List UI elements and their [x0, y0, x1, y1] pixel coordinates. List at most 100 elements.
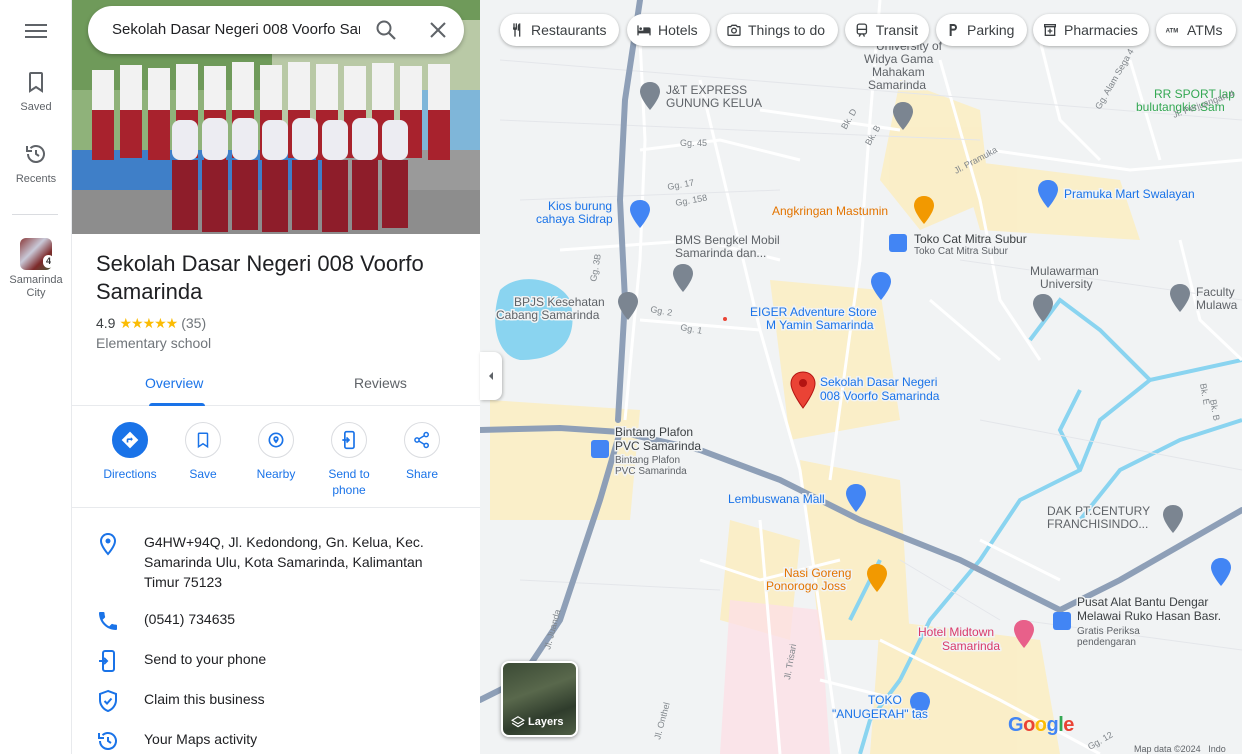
chip-parking-label: Parking	[967, 22, 1015, 38]
review-count[interactable]: (35)	[181, 315, 206, 331]
bookmark-icon	[197, 432, 209, 449]
maps-app: Saved Recents 4 Samarinda City Sekolah D…	[0, 0, 1242, 754]
map-label-mulawarman[interactable]: Mulawarman University	[1029, 263, 1101, 293]
layers-icon	[511, 716, 525, 728]
map-label-bintang-plafon[interactable]: Bintang Plafon PVC Samarinda	[614, 424, 703, 455]
camera-icon	[727, 24, 741, 36]
phone-text: (0541) 734635	[144, 611, 236, 627]
chip-transit[interactable]: Transit	[845, 14, 929, 46]
chip-atms[interactable]: ATM ATMs	[1156, 14, 1236, 46]
recents-label: Recents	[15, 173, 57, 185]
send-to-phone-icon	[342, 430, 355, 450]
map-label-pusat-alat[interactable]: Pusat Alat Bantu Dengar Melawai Ruko Hasa…	[1076, 594, 1223, 625]
directions-label: Directions	[103, 467, 157, 481]
saved-label: Saved	[20, 101, 52, 113]
chip-hotels-label: Hotels	[658, 22, 698, 38]
layers-button[interactable]: Layers	[501, 661, 578, 737]
verified-shield-icon	[99, 689, 117, 713]
pharmacy-icon	[1044, 24, 1056, 36]
map-label-angkringan[interactable]: Angkringan Mastumin	[771, 203, 890, 220]
send-to-phone-icon	[99, 650, 115, 672]
layers-label: Layers	[528, 716, 564, 728]
action-buttons: Directions Save Nearby Send to phone Sha…	[72, 418, 480, 508]
map-label-toko-cat-sub: Toko Cat Mitra Subur	[914, 246, 1009, 257]
place-rating[interactable]: 4.9 ★★★★★ (35)	[96, 315, 206, 332]
google-logo: Google	[1008, 714, 1074, 736]
chip-parking[interactable]: Parking	[936, 14, 1027, 46]
chip-things-to-do-label: Things to do	[748, 22, 826, 38]
map-data-text: Map data ©2024	[1134, 744, 1201, 754]
nearby-icon	[268, 432, 284, 448]
map-label-faculty[interactable]: Faculty Mulawa	[1195, 284, 1240, 314]
nearby-label: Nearby	[256, 467, 296, 481]
fork-knife-icon	[513, 23, 521, 37]
collapse-panel-button[interactable]	[480, 352, 502, 400]
share-button[interactable]: Share	[385, 422, 459, 482]
nearby-button[interactable]: Nearby	[239, 422, 313, 482]
send-to-phone-button[interactable]: Send to phone	[312, 422, 386, 498]
history-icon	[26, 145, 45, 163]
address-text: G4HW+94Q, Jl. Kedondong, Gn. Kelua, Kec.…	[144, 534, 424, 590]
close-icon[interactable]	[426, 18, 450, 42]
map-graphics: Sekolah Dasar Negeri 008 Voorfo Samarinda…	[480, 0, 1242, 754]
map-label-kios-burung[interactable]: Kios burung cahaya Sidrap	[535, 198, 615, 228]
rating-stars: ★★★★★	[119, 315, 178, 331]
recents-button[interactable]: Recents	[0, 142, 72, 185]
rating-value: 4.9	[96, 315, 116, 331]
atm-icon: ATM	[1166, 29, 1179, 35]
recent-place-samarinda-city[interactable]: 4 Samarinda City	[0, 238, 72, 300]
tab-reviews[interactable]: Reviews	[354, 375, 407, 391]
place-panel: Sekolah Dasar Negeri 008 Voorfo Samarind…	[72, 0, 480, 754]
search-input[interactable]: Sekolah Dasar Negeri 008 Voorfo Samarind…	[112, 21, 360, 38]
send-to-phone-label: Send to phone	[328, 467, 370, 497]
recent-place-label: Samarinda City	[9, 274, 63, 299]
map-data-tail: Indo	[1208, 744, 1226, 754]
rail-divider	[12, 214, 58, 215]
search-icon[interactable]	[374, 18, 398, 42]
share-icon	[414, 431, 429, 449]
map-label-selected[interactable]: Sekolah Dasar Negeri 008 Voorfo Samarinda	[819, 374, 942, 405]
chip-transit-label: Transit	[875, 22, 918, 38]
map-label-dak[interactable]: DAK PT.CENTURY FRANCHISINDO...	[1046, 503, 1152, 533]
map-label-bms[interactable]: BMS Bengkel Mobil Samarinda dan...	[674, 232, 782, 262]
recent-place-thumbnail: 4	[20, 238, 54, 270]
map-data-attribution[interactable]: Map data ©2024 Indo	[1134, 744, 1226, 754]
chip-pharmacies[interactable]: Pharmacies	[1033, 14, 1149, 46]
directions-icon	[121, 431, 139, 449]
maps-activity-text: Your Maps activity	[144, 731, 258, 747]
map-label-eiger[interactable]: EIGER Adventure Store M Yamin Samarinda	[749, 304, 879, 334]
directions-button[interactable]: Directions	[93, 422, 167, 482]
place-title: Sekolah Dasar Negeri 008 Voorfo Samarind…	[96, 251, 424, 304]
chevron-left-icon	[489, 372, 493, 380]
chip-restaurants[interactable]: Restaurants	[500, 14, 619, 46]
recent-place-count: 4	[42, 255, 54, 268]
chip-pharmacies-label: Pharmacies	[1064, 22, 1138, 38]
train-icon	[856, 23, 868, 37]
phone-icon	[99, 612, 117, 630]
menu-icon[interactable]	[23, 20, 49, 42]
save-label: Save	[189, 467, 217, 481]
map-label-pramuka-mart[interactable]: Pramuka Mart Swalayan	[1063, 186, 1197, 203]
tab-indicator	[149, 403, 205, 406]
saved-button[interactable]: Saved	[0, 70, 72, 113]
search-box[interactable]: Sekolah Dasar Negeri 008 Voorfo Samarind…	[88, 6, 464, 54]
history-icon	[98, 732, 117, 750]
map-label-toko-cat[interactable]: Toko Cat Mitra Subur	[913, 231, 1029, 248]
chip-things-to-do[interactable]: Things to do	[717, 14, 838, 46]
svg-text:ATM: ATM	[1166, 29, 1179, 35]
map-label-pusat-alat-sub: Gratis Periksa pendengaran	[1077, 626, 1140, 648]
map-label-lembuswana[interactable]: Lembuswana Mall	[727, 491, 827, 508]
place-category[interactable]: Elementary school	[96, 335, 211, 351]
tab-overview[interactable]: Overview	[145, 375, 203, 391]
map-canvas[interactable]: Sekolah Dasar Negeri 008 Voorfo Samarinda…	[480, 0, 1242, 754]
bookmark-icon	[29, 72, 43, 93]
send-to-phone-text: Send to your phone	[144, 651, 267, 667]
location-pin-icon	[99, 532, 117, 556]
chip-hotels[interactable]: Hotels	[627, 14, 710, 46]
bed-icon	[637, 25, 651, 36]
chip-restaurants-label: Restaurants	[531, 22, 607, 38]
map-label-bintang-plafon-sub: Bintang Plafon PVC Samarinda	[615, 455, 687, 477]
save-button[interactable]: Save	[166, 422, 240, 482]
parking-icon	[949, 24, 957, 36]
share-label: Share	[405, 467, 439, 481]
